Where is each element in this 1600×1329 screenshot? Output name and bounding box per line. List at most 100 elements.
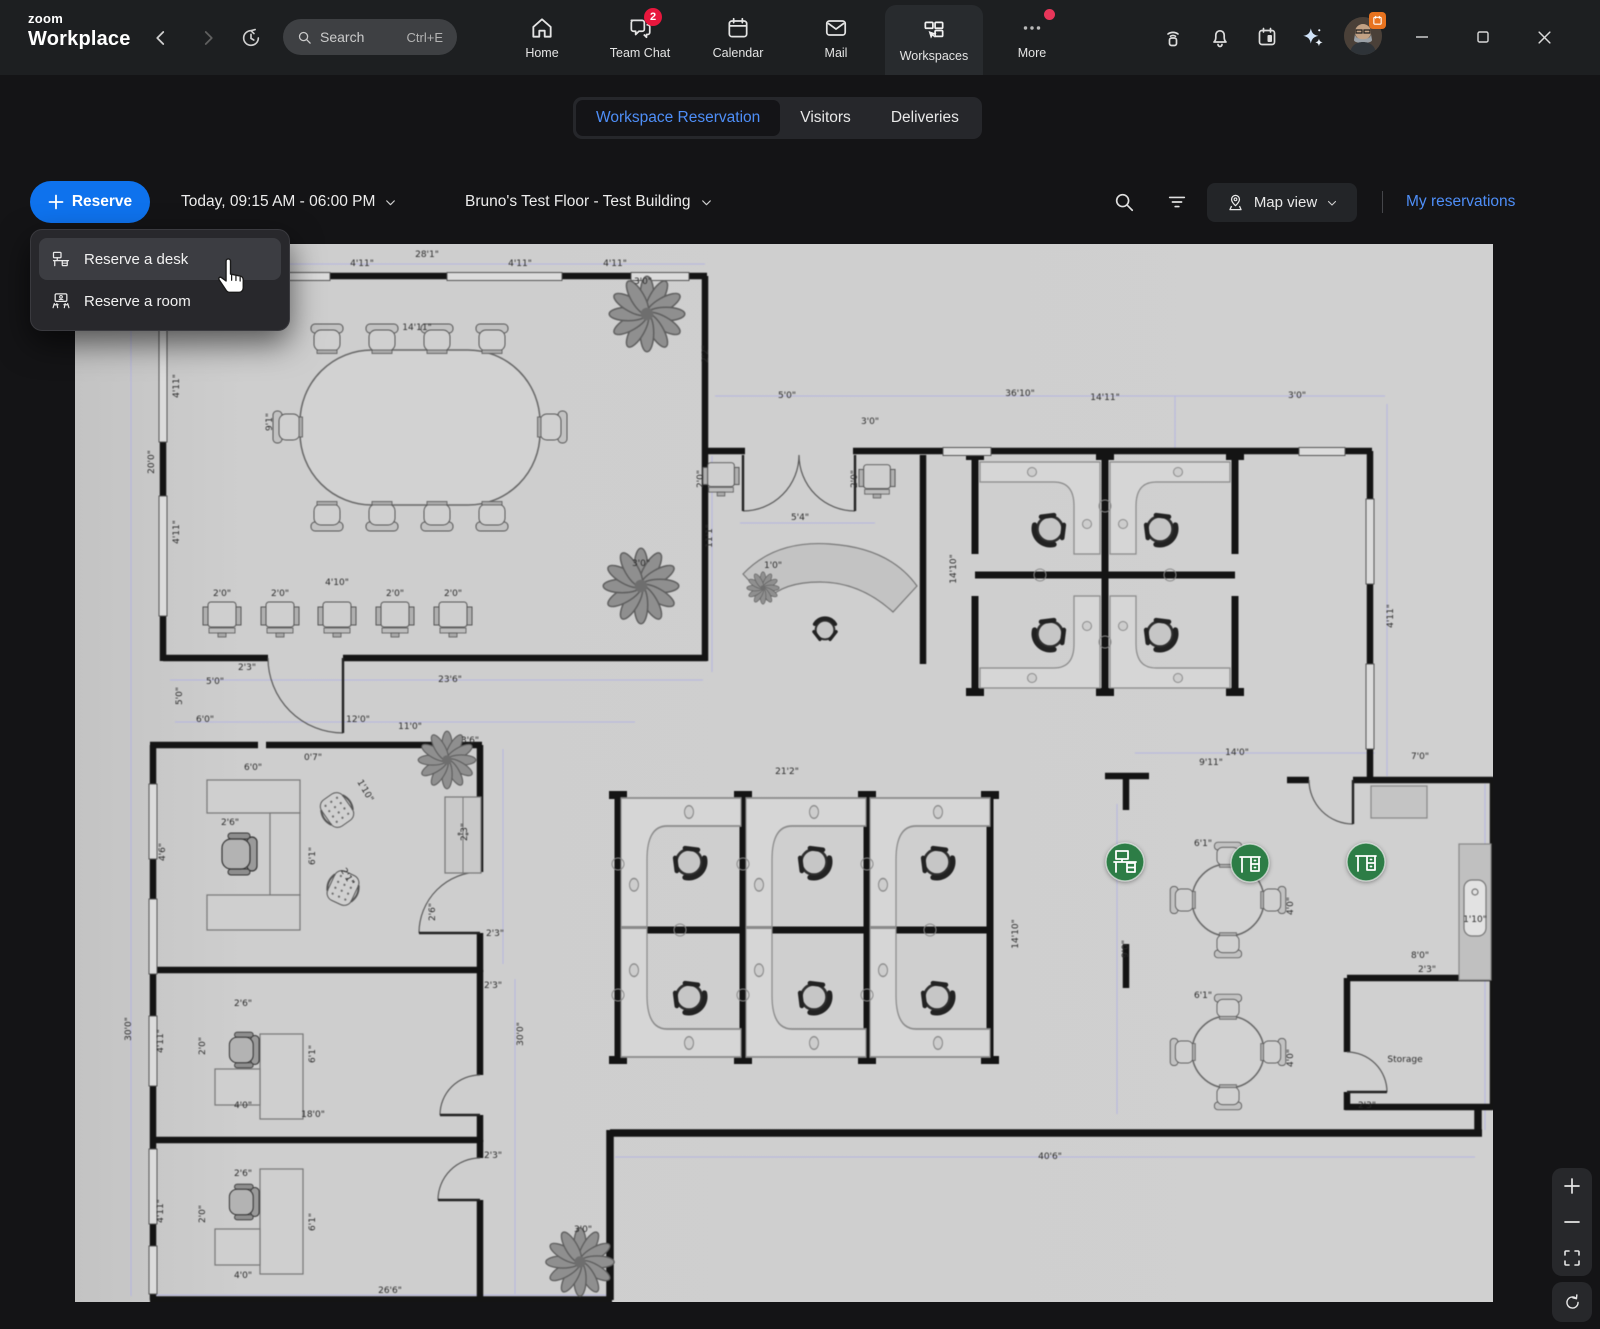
svg-text:2'3": 2'3" [484,981,502,991]
svg-text:18'0": 18'0" [301,1110,325,1120]
schedule-button[interactable] [1252,22,1282,52]
more-icon [1019,15,1045,41]
svg-text:4'11": 4'11" [172,520,182,544]
reserve-desk-icon [51,249,71,269]
search-input[interactable]: Search Ctrl+E [283,19,457,55]
fullscreen-button[interactable] [1552,1240,1592,1276]
svg-text:4'11": 4'11" [156,1199,166,1223]
notifications-button[interactable] [1205,22,1235,52]
back-button[interactable] [146,23,176,53]
zoom-in-button[interactable] [1552,1168,1592,1204]
svg-text:21'2": 21'2" [775,767,799,777]
plus-icon [1563,1177,1581,1195]
reservation-toolbar: Reserve Today, 09:15 AM - 06:00 PM Bruno… [0,181,1600,223]
window-close-button[interactable] [1527,21,1561,53]
svg-text:30'0": 30'0" [124,1017,134,1041]
svg-text:9'0": 9'0" [1121,940,1131,958]
svg-text:23'6": 23'6" [438,675,462,685]
ai-companion-button[interactable] [1298,22,1328,52]
reserve-button-label: Reserve [72,193,132,211]
svg-text:6'1": 6'1" [308,1045,318,1063]
reserve-button[interactable]: Reserve [30,181,150,223]
svg-text:2'0": 2'0" [696,470,706,488]
svg-text:2'6": 2'6" [234,1169,252,1179]
title-bar: zoom Workplace Search Ctrl+E Home 2 [0,0,1600,75]
svg-text:8'0": 8'0" [1411,951,1429,961]
menu-item-reserve-desk-label: Reserve a desk [84,251,188,268]
svg-text:6'0": 6'0" [244,763,262,773]
available-desk-marker[interactable] [1231,844,1269,882]
svg-text:4'0": 4'0" [1286,1049,1296,1067]
chevron-down-icon [384,196,397,209]
forward-button[interactable] [193,23,223,53]
side-table [1371,786,1427,818]
svg-text:4'0": 4'0" [234,1101,252,1111]
team-chat-icon: 2 [627,15,653,41]
nav-more[interactable]: More [983,0,1081,75]
search-shortcut: Ctrl+E [407,30,443,45]
tab-deliveries[interactable]: Deliveries [871,100,979,136]
svg-text:2'3": 2'3" [486,929,504,939]
tab-workspace-reservation[interactable]: Workspace Reservation [576,100,780,136]
svg-text:2'3": 2'3" [238,663,256,673]
nav-workspaces-label: Workspaces [900,49,969,63]
nav-home[interactable]: Home [493,0,591,75]
svg-text:2'0": 2'0" [198,1205,208,1223]
svg-text:2'6": 2'6" [221,818,239,828]
floor-picker[interactable]: Bruno's Test Floor - Test Building [465,181,713,223]
history-clock-icon [240,27,262,49]
window-maximize-button[interactable] [1466,21,1500,53]
time-range-picker[interactable]: Today, 09:15 AM - 06:00 PM [181,181,397,223]
svg-text:4'11": 4'11" [1386,604,1396,628]
available-desk-marker[interactable] [1347,843,1385,881]
svg-text:36'10": 36'10" [1005,389,1035,399]
history-button[interactable] [236,23,266,53]
tab-visitors[interactable]: Visitors [780,100,871,136]
view-selector[interactable]: Map view [1207,183,1357,222]
companion-device-button[interactable] [1158,22,1188,52]
nav-mail-label: Mail [825,46,848,60]
filter-button[interactable] [1161,186,1193,218]
minimize-icon [1415,30,1429,44]
floor-plan-map[interactable]: 4'11"28'1"4'11"4'11"3'0"2'2"4'11"20'0"4'… [75,244,1493,1302]
nav-calendar-label: Calendar [713,46,764,60]
map-zoom-controls [1552,1168,1592,1276]
close-icon [1537,30,1552,45]
svg-text:3'0": 3'0" [632,559,650,569]
svg-text:4'11": 4'11" [156,1029,166,1053]
svg-text:7'0": 7'0" [1411,752,1429,762]
svg-text:2'6": 2'6" [428,903,438,921]
svg-text:2'0": 2'0" [198,1037,208,1055]
svg-text:2'6": 2'6" [234,999,252,1009]
workspaces-page: Workspace Reservation Visitors Deliverie… [0,75,1600,1329]
zoom-out-button[interactable] [1552,1204,1592,1240]
chevron-down-icon [1326,197,1338,209]
svg-text:0'7": 0'7" [304,753,322,763]
logo-zoom-text: zoom [28,12,131,25]
fullscreen-icon [1563,1249,1581,1267]
avatar[interactable] [1344,17,1382,55]
my-reservations-link[interactable]: My reservations [1406,181,1515,223]
svg-text:4'6": 4'6" [158,843,168,861]
svg-text:6'1": 6'1" [308,847,318,865]
nav-mail[interactable]: Mail [787,0,885,75]
map-search-button[interactable] [1108,186,1140,218]
svg-text:2'3": 2'3" [484,1151,502,1161]
menu-item-reserve-room[interactable]: Reserve a room [39,280,281,322]
svg-text:14'0": 14'0" [1225,748,1249,758]
svg-text:11'1": 11'1" [705,524,715,548]
nav-calendar[interactable]: Calendar [689,0,787,75]
map-refresh-button[interactable] [1552,1282,1592,1322]
svg-text:3'6": 3'6" [461,736,479,746]
nav-team-chat[interactable]: 2 Team Chat [591,0,689,75]
nav-workspaces[interactable]: Workspaces [885,5,983,75]
svg-text:6'1": 6'1" [1194,991,1212,1001]
conference-table [300,350,540,505]
svg-text:2'3": 2'3" [460,823,470,841]
minus-icon [1563,1213,1581,1231]
available-desk-marker[interactable] [1106,843,1144,881]
filter-icon [1166,191,1188,213]
avatar-status-badge [1369,12,1386,29]
window-minimize-button[interactable] [1405,21,1439,53]
menu-item-reserve-desk[interactable]: Reserve a desk [39,238,281,280]
